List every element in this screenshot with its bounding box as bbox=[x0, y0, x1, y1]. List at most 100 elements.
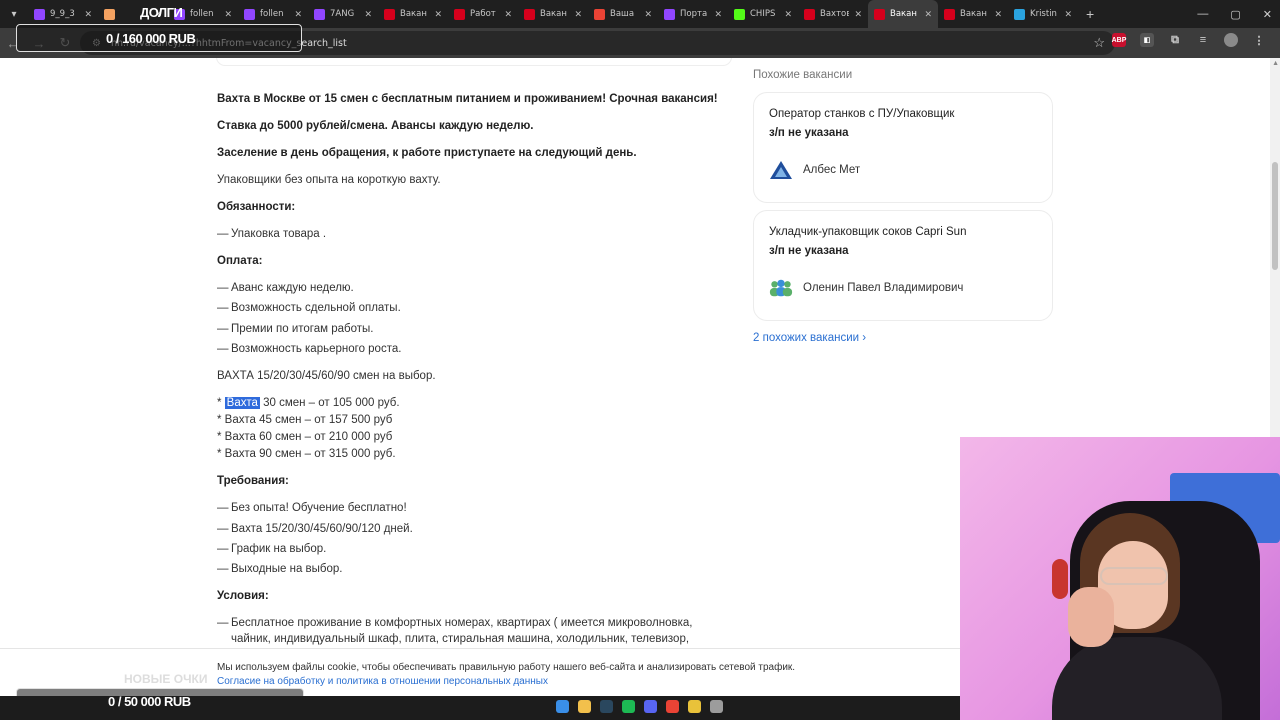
maximize-icon[interactable]: ▢ bbox=[1230, 8, 1240, 21]
favicon-icon bbox=[804, 8, 815, 20]
close-tab-icon[interactable]: ✕ bbox=[574, 9, 582, 20]
close-tab-icon[interactable]: ✕ bbox=[224, 9, 232, 20]
pay-heading: Оплата: bbox=[217, 255, 263, 267]
chrome-icon[interactable] bbox=[666, 700, 679, 713]
minimize-icon[interactable]: — bbox=[1197, 8, 1208, 20]
browser-tab[interactable]: Вакан ✕ bbox=[518, 0, 588, 28]
bookmark-star-icon[interactable]: ☆ bbox=[1093, 35, 1105, 51]
company-row: Оленин Павел Владимирович bbox=[769, 277, 1037, 299]
list-item-text: Вахта 15/20/30/45/60/90/120 дней. bbox=[231, 522, 413, 535]
goal-value: 0 / 160 000 RUB bbox=[106, 31, 196, 46]
list-item: — Возможность карьерного роста. bbox=[217, 341, 727, 357]
requirements-list: — Без опыта! Обучение бесплатно! — Вахта 15… bbox=[217, 500, 727, 577]
conditions-list: — Бесплатное проживание в комфортных номе… bbox=[217, 615, 727, 647]
browser-tab[interactable]: 7ANG ✕ bbox=[308, 0, 378, 28]
close-tab-icon[interactable]: ✕ bbox=[84, 9, 92, 20]
company-row: Албес Мет bbox=[769, 159, 1037, 181]
browser-tab[interactable]: Вакан ✕ bbox=[868, 0, 938, 28]
taskbar-icons bbox=[556, 700, 723, 713]
extension-icon[interactable]: ◧ bbox=[1140, 33, 1154, 47]
obs-icon[interactable] bbox=[688, 700, 701, 713]
intro-line: Упаковщики без опыта на короткую вахту. bbox=[217, 174, 441, 186]
favicon-icon bbox=[944, 8, 955, 20]
vacancy-description: Вахта в Москве от 15 смен с бесплатным п… bbox=[217, 91, 727, 652]
windows-start-icon[interactable] bbox=[556, 700, 569, 713]
favicon-icon bbox=[314, 8, 325, 20]
duties-list: — Упаковка товара . bbox=[217, 226, 727, 242]
close-tab-icon[interactable]: ✕ bbox=[364, 9, 372, 20]
close-tab-icon[interactable]: ✕ bbox=[784, 9, 792, 20]
menu-dots-icon[interactable]: ⋮ bbox=[1252, 33, 1266, 47]
close-window-icon[interactable]: ✕ bbox=[1263, 8, 1272, 21]
tab-label: Вакан bbox=[400, 9, 427, 19]
list-item: — Без опыта! Обучение бесплатно! bbox=[217, 500, 727, 516]
steam-icon[interactable] bbox=[600, 700, 613, 713]
more-similar-link[interactable]: 2 похожих вакансии › bbox=[753, 332, 866, 344]
close-tab-icon[interactable]: ✕ bbox=[504, 9, 512, 20]
list-item: — Аванс каждую неделю. bbox=[217, 280, 727, 296]
extensions-bar: ABP ◧ ⧉ ≡ ⋮ bbox=[1112, 33, 1266, 47]
list-item-text: Премии по итогам работы. bbox=[231, 322, 374, 335]
cookie-text: Мы используем файлы cookie, чтобы обеспе… bbox=[217, 662, 796, 673]
new-tab-button[interactable]: + bbox=[1086, 6, 1094, 22]
close-tab-icon[interactable]: ✕ bbox=[994, 9, 1002, 20]
browser-tab[interactable]: Вакан ✕ bbox=[378, 0, 448, 28]
adblock-icon[interactable]: ABP bbox=[1112, 33, 1126, 47]
list-item: — Вахта 15/20/30/45/60/90/120 дней. bbox=[217, 521, 727, 537]
favicon-icon bbox=[664, 8, 675, 20]
favicon-icon bbox=[1014, 8, 1025, 20]
app-icon[interactable] bbox=[710, 700, 723, 713]
close-tab-icon[interactable]: ✕ bbox=[644, 9, 652, 20]
list-item-text: Возможность карьерного роста. bbox=[231, 343, 402, 356]
similar-vacancy-card[interactable]: Укладчик-упаковщик соков Capri Sun з/п н… bbox=[753, 210, 1053, 321]
browser-tab[interactable]: Порта ✕ bbox=[658, 0, 728, 28]
selected-text: Вахта bbox=[224, 397, 260, 410]
pay-list: — Аванс каждую неделю. — Возможность сдельн… bbox=[217, 280, 727, 357]
list-item: — Выходные на выбор. bbox=[217, 561, 727, 577]
shift-prices: * Вахта 30 смен – от 105 000 руб. * Вахт… bbox=[217, 395, 727, 462]
company-name-link[interactable]: Оленин Павел Владимирович bbox=[803, 282, 963, 294]
chevron-right-icon: › bbox=[862, 332, 867, 344]
browser-tab[interactable]: Kristin ✕ bbox=[1008, 0, 1078, 28]
tab-label: Ваша bbox=[610, 9, 635, 19]
discord-icon[interactable] bbox=[644, 700, 657, 713]
file-explorer-icon[interactable] bbox=[578, 700, 591, 713]
vacancy-title-link[interactable]: Оператор станков с ПУ/Упаковщик bbox=[769, 108, 1037, 120]
intro-line: Ставка до 5000 рублей/смена. Авансы кажд… bbox=[217, 120, 534, 132]
list-item: — Упаковка товара . bbox=[217, 226, 727, 242]
list-item-text: Выходные на выбор. bbox=[231, 563, 343, 576]
company-logo-icon bbox=[769, 159, 793, 181]
vacancy-title-link[interactable]: Укладчик-упаковщик соков Capri Sun bbox=[769, 226, 1037, 238]
close-tab-icon[interactable]: ✕ bbox=[924, 9, 932, 20]
close-tab-icon[interactable]: ✕ bbox=[434, 9, 442, 20]
dash-marker: — bbox=[217, 563, 229, 576]
similar-vacancy-card[interactable]: Оператор станков с ПУ/Упаковщик з/п не у… bbox=[753, 92, 1053, 203]
browser-tab[interactable]: Работ ✕ bbox=[448, 0, 518, 28]
shift-price-item: * Вахта 60 смен – от 210 000 руб bbox=[217, 431, 393, 444]
profile-avatar[interactable] bbox=[1224, 33, 1238, 47]
browser-tab[interactable]: CHIPS ✕ bbox=[728, 0, 798, 28]
dash-marker: — bbox=[217, 617, 229, 630]
puzzle-icon[interactable]: ⧉ bbox=[1168, 33, 1182, 47]
scroll-up-icon[interactable]: ▲ bbox=[1272, 60, 1279, 67]
browser-tab[interactable]: Ваша ✕ bbox=[588, 0, 658, 28]
list-item-text: Аванс каждую неделю. bbox=[231, 282, 354, 294]
spotify-icon[interactable] bbox=[622, 700, 635, 713]
media-icon[interactable]: ≡ bbox=[1196, 33, 1210, 47]
browser-tab[interactable]: Вахтов ✕ bbox=[798, 0, 868, 28]
requirements-heading: Требования: bbox=[217, 475, 289, 488]
dash-marker: — bbox=[217, 228, 229, 240]
browser-tab[interactable]: Вакан ✕ bbox=[938, 0, 1008, 28]
list-item: — Возможность сдельной оплаты. bbox=[217, 300, 727, 316]
company-name-link[interactable]: Албес Мет bbox=[803, 164, 860, 176]
privacy-policy-link[interactable]: Согласие на обработку и политика в отнош… bbox=[217, 676, 548, 687]
close-tab-icon[interactable]: ✕ bbox=[854, 9, 862, 20]
close-tab-icon[interactable]: ✕ bbox=[714, 9, 722, 20]
close-tab-icon[interactable]: ✕ bbox=[294, 9, 302, 20]
close-tab-icon[interactable]: ✕ bbox=[1064, 9, 1072, 20]
dash-marker: — bbox=[217, 522, 229, 535]
scrollbar-thumb[interactable] bbox=[1272, 162, 1278, 270]
goal-title: НОВЫЕ ОЧКИ bbox=[124, 672, 208, 686]
list-item: — Премии по итогам работы. bbox=[217, 321, 727, 337]
tab-label: 7ANG bbox=[330, 9, 355, 19]
